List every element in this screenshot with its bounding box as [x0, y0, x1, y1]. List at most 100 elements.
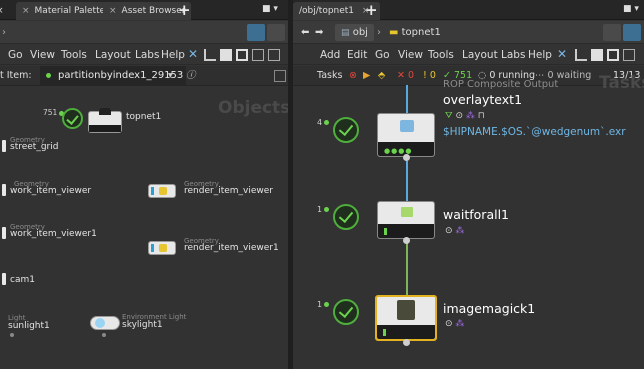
- menu-go[interactable]: Go: [8, 45, 23, 65]
- pin-icon[interactable]: [247, 24, 265, 41]
- menu-view[interactable]: View: [30, 45, 55, 65]
- menu-labs[interactable]: Labs: [135, 45, 159, 65]
- forward-arrow-icon[interactable]: ➡: [315, 24, 323, 41]
- cancel-icon[interactable]: ⊗: [349, 66, 357, 86]
- geometry-icon: [159, 187, 167, 195]
- list-icon[interactable]: [252, 49, 264, 61]
- work-item-count: 751: [43, 108, 58, 117]
- light-bulb-icon: [95, 318, 105, 328]
- grid-icon[interactable]: [236, 49, 248, 61]
- status-dot-icon: [46, 73, 51, 78]
- list-icon[interactable]: [623, 49, 635, 61]
- output-port[interactable]: [403, 339, 410, 346]
- cook-complete-icon: [333, 117, 359, 143]
- path-edge: ›: [2, 27, 6, 38]
- network-box-icon[interactable]: [591, 49, 603, 61]
- wrench-icon[interactable]: ✕: [557, 47, 569, 61]
- clock-icon: ⊙: [455, 111, 463, 121]
- tasks-label: Tasks: [317, 70, 343, 81]
- pane-menu-icon[interactable]: ■ ▾: [262, 4, 278, 14]
- right-tab-bar: /obj/topnet1 × + ■ ▾: [293, 0, 644, 20]
- first-tab-close[interactable]: ×: [0, 2, 4, 20]
- path-obj[interactable]: ▤ obj: [335, 24, 374, 41]
- tab-label: /obj/topnet1: [299, 6, 355, 16]
- status-dot-icon: [324, 207, 330, 212]
- work-item-count: 1: [317, 205, 330, 214]
- close-icon[interactable]: ×: [109, 6, 117, 16]
- wrench-icon[interactable]: ✕: [188, 47, 200, 61]
- node-label: waitforall1: [443, 207, 510, 222]
- work-item-count: 1: [317, 300, 330, 309]
- node-flags: ⊙ ⁂: [445, 319, 464, 329]
- output-port[interactable]: [403, 154, 410, 161]
- node-bar: [89, 125, 121, 132]
- menu-edit[interactable]: Edit: [347, 45, 367, 65]
- pane-menu-icon[interactable]: ■ ▾: [623, 4, 639, 14]
- camera-node-icon[interactable]: [2, 273, 6, 285]
- path-topnet1[interactable]: ▬ topnet1: [389, 24, 441, 41]
- menu-tools[interactable]: Tools: [61, 45, 87, 65]
- network-box-icon[interactable]: [220, 49, 232, 61]
- waitforall1-node[interactable]: [377, 201, 435, 239]
- menu-view[interactable]: View: [398, 45, 423, 65]
- left-path-bar: ›: [0, 21, 288, 44]
- node-flags: ⛛ ⊙ ⁂ ⊓: [445, 111, 485, 121]
- menu-help[interactable]: Help: [161, 45, 185, 65]
- geometry-node-icon[interactable]: [2, 184, 6, 196]
- close-icon[interactable]: ×: [22, 6, 30, 16]
- count-value: 1: [317, 300, 323, 309]
- overlaytext1-node[interactable]: ●●●●: [377, 113, 435, 157]
- cook-icon[interactable]: ▶: [363, 66, 370, 86]
- wire-1-2: [406, 161, 408, 203]
- geometry-node-icon[interactable]: [2, 227, 6, 239]
- cook-output-icon[interactable]: ⬘: [378, 66, 385, 86]
- node-label: cam1: [10, 275, 35, 285]
- composite-icon: [400, 120, 414, 132]
- warning-count: ! 0: [423, 70, 436, 81]
- menu-go[interactable]: Go: [375, 45, 390, 65]
- add-tab-button[interactable]: +: [178, 1, 191, 19]
- node-label: overlaytext1: [443, 92, 523, 107]
- pin-icon[interactable]: [623, 24, 641, 41]
- item-value: partitionbyindex1_29153: [58, 70, 184, 81]
- wire-input: [406, 85, 408, 113]
- geometry-node-icon[interactable]: [2, 140, 6, 152]
- failed-value: 0: [407, 70, 415, 81]
- back-arrow-icon[interactable]: ⬅: [301, 24, 309, 41]
- dropdown-icon[interactable]: [603, 24, 621, 41]
- chevron-down-icon[interactable]: ▾: [168, 66, 173, 86]
- display-flag-icon: [151, 244, 154, 252]
- menu-labs[interactable]: Labs: [501, 45, 525, 65]
- item-field[interactable]: partitionbyindex1_29153: [40, 66, 186, 86]
- port-dot: [10, 333, 14, 337]
- left-info-bar: t Item: partitionbyindex1_29153 ▾ ⓘ: [0, 66, 288, 86]
- grid-icon[interactable]: [607, 49, 619, 61]
- menu-help[interactable]: Help: [528, 45, 552, 65]
- skylight1-node[interactable]: [90, 316, 120, 330]
- render-item-viewer1-node[interactable]: [148, 241, 176, 255]
- menu-tools[interactable]: Tools: [428, 45, 454, 65]
- menu-layout[interactable]: Layout: [95, 45, 131, 65]
- topnet1-node[interactable]: [88, 108, 122, 133]
- path-net-label: topnet1: [401, 27, 441, 38]
- sheet-icon[interactable]: [274, 70, 286, 82]
- layout-icon[interactable]: [204, 49, 216, 61]
- menu-layout[interactable]: Layout: [462, 45, 498, 65]
- flag-icon: ⛛: [445, 111, 453, 121]
- path-separator: ›: [377, 27, 381, 38]
- options-icon[interactable]: [268, 49, 280, 61]
- layout-icon[interactable]: [575, 49, 587, 61]
- output-port[interactable]: [403, 237, 410, 244]
- node-label: skylight1: [122, 320, 163, 330]
- tasks-network-canvas[interactable]: Tasks 4 ●●●● ROP Composite Output overla…: [293, 73, 644, 369]
- render-item-viewer-node[interactable]: [148, 184, 176, 198]
- add-tab-button[interactable]: +: [365, 1, 378, 19]
- menu-add[interactable]: Add: [320, 45, 340, 65]
- objects-network-canvas[interactable]: Objects 751 topnet1 Geometry street_grid…: [0, 87, 288, 369]
- help-icon[interactable]: [267, 24, 285, 41]
- tab-material-palette[interactable]: × Material Palette: [16, 2, 112, 20]
- imagemagick1-node[interactable]: [375, 295, 437, 341]
- info-icon[interactable]: ⓘ: [186, 66, 196, 86]
- count-value: 1: [317, 205, 323, 214]
- tab-label: Material Palette: [34, 6, 106, 16]
